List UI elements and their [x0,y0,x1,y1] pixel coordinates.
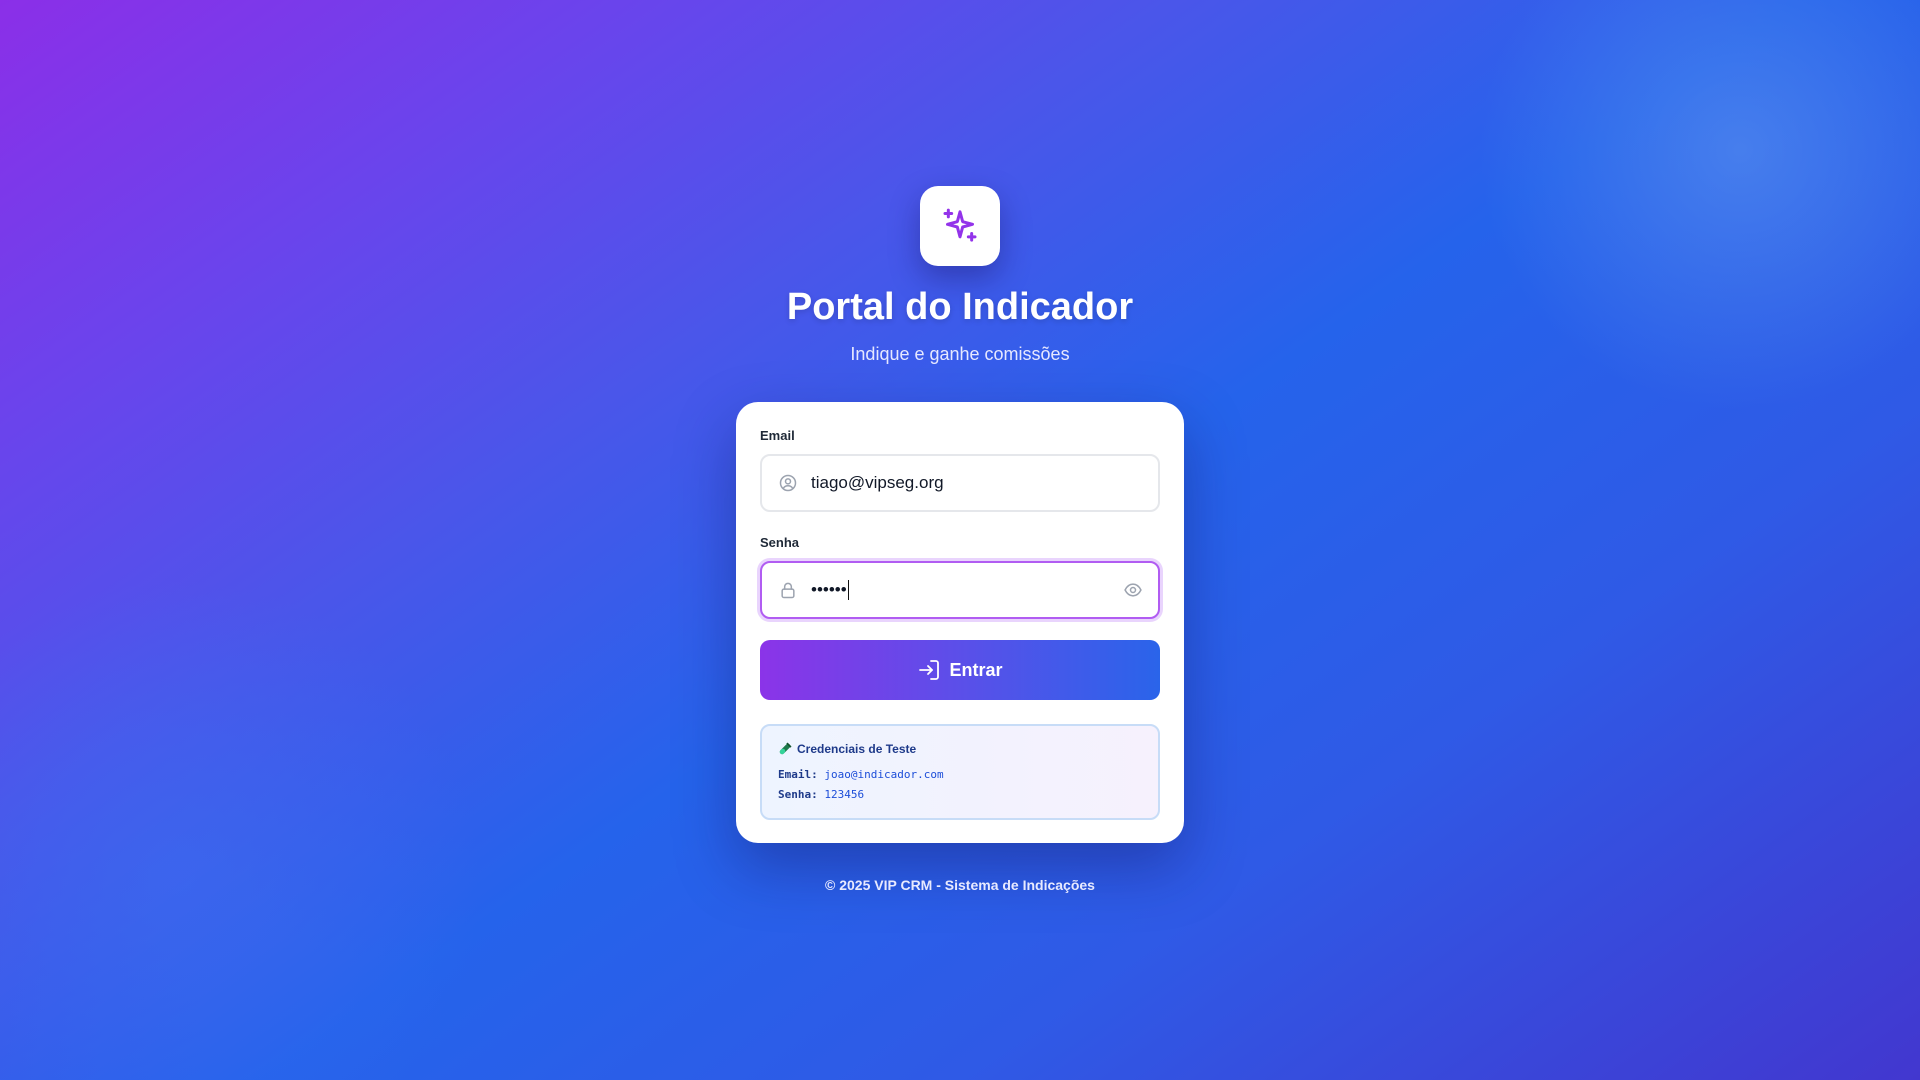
user-circle-icon [777,472,799,494]
text-caret [847,580,849,601]
page-title: Portal do Indicador [786,286,1134,328]
test-email-value: joao@indicador.com [824,768,944,781]
sparkles-icon [943,208,977,242]
login-card: Email tiago@vipseg.org Senha •••••• Entr… [736,402,1184,843]
email-field[interactable]: tiago@vipseg.org [760,454,1160,512]
password-input[interactable]: •••••• [811,580,1122,601]
test-credentials-box: Credenciais de Teste Email: joao@indicad… [760,724,1160,820]
app-logo [920,186,1000,266]
test-credentials-title: Credenciais de Teste [797,742,917,756]
test-password-value: 123456 [824,788,865,801]
footer-copyright: © 2025 VIP CRM - Sistema de Indicações [825,877,1095,893]
password-field[interactable]: •••••• [760,561,1160,619]
eye-icon[interactable] [1122,579,1144,601]
test-email-key: Email: [778,768,818,781]
password-label: Senha [760,535,800,550]
email-label: Email [760,428,795,443]
test-tube-icon [779,742,792,755]
test-credentials-header: Credenciais de Teste [778,742,916,756]
page-subtitle: Indique e ganhe comissões [850,344,1070,364]
submit-button-label: Entrar [949,659,1003,680]
email-input[interactable]: tiago@vipseg.org [811,473,1158,493]
test-password-key: Senha: [778,788,818,801]
lock-icon [777,579,799,601]
login-icon [919,660,940,680]
test-password-line: Senha: 123456 [778,788,864,801]
test-email-line: Email: joao@indicador.com [778,768,944,781]
password-value: •••••• [811,579,847,599]
submit-button[interactable]: Entrar [760,640,1160,700]
